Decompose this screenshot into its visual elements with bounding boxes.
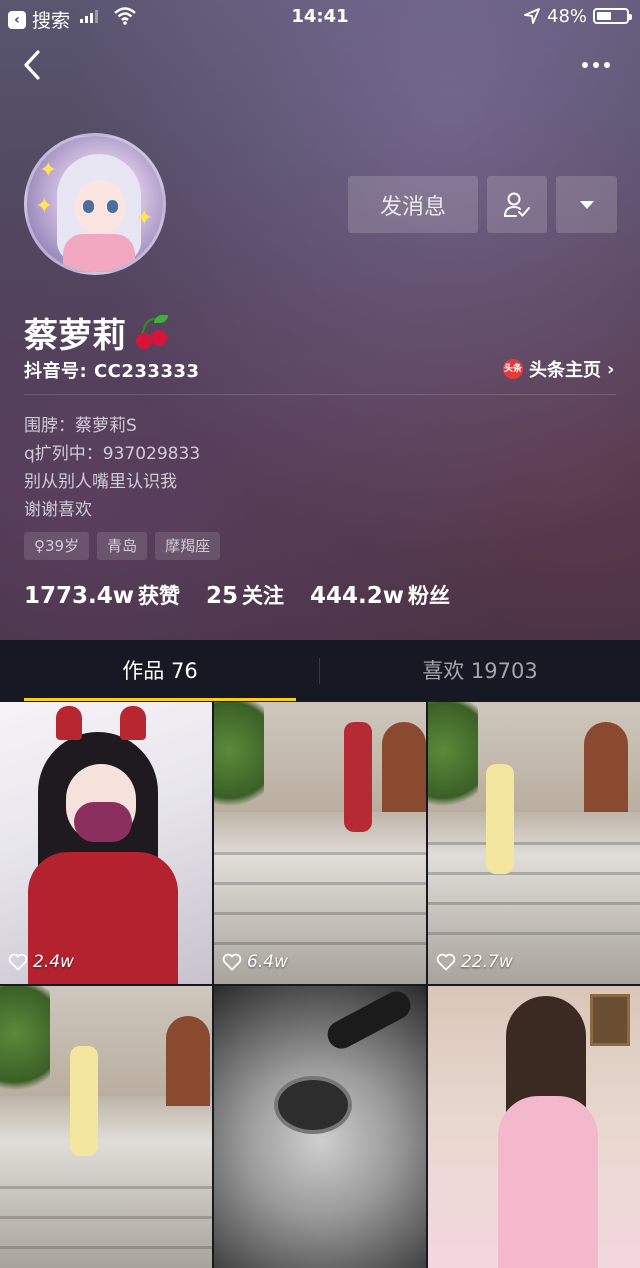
tag-zodiac: 摩羯座 — [155, 532, 221, 560]
status-time: 14:41 — [291, 6, 349, 27]
video-thumbnail[interactable] — [428, 986, 640, 1268]
douyin-id: 抖音号: CC233333 — [24, 361, 200, 382]
toutiao-link-label: 头条主页 — [529, 360, 601, 381]
stat-label: 粉丝 — [408, 584, 451, 608]
profile-name-row: 蔡萝莉 — [24, 308, 170, 357]
like-count-value: 6.4w — [247, 952, 288, 972]
heart-icon — [8, 953, 28, 971]
stat-likes: 1773.4w 获赞 — [24, 580, 180, 610]
heart-icon — [222, 953, 242, 971]
profile-name: 蔡萝莉 — [24, 316, 126, 356]
video-thumbnail[interactable]: 2.4w — [0, 702, 212, 984]
stat-following[interactable]: 25 关注 — [206, 580, 284, 610]
back-arrow-icon[interactable] — [18, 48, 48, 82]
chevron-right-icon: › — [607, 358, 615, 380]
tag-location: 青岛 — [97, 532, 148, 560]
toutiao-homepage-link[interactable]: 头条 头条主页 › — [503, 356, 614, 382]
sparkle-icon: ✦ — [35, 194, 54, 219]
video-thumbnail[interactable] — [0, 986, 212, 1268]
tab-likes[interactable]: 喜欢 19703 — [320, 640, 640, 700]
video-grid: 2.4w 6.4w 22.7w — [0, 702, 640, 1268]
sparkle-icon: ✦ — [135, 206, 154, 231]
like-count-value: 2.4w — [33, 952, 74, 972]
recommend-dropdown-button[interactable] — [556, 176, 617, 233]
heart-icon — [436, 953, 456, 971]
bio-line: q扩列中：937029833 — [24, 444, 201, 464]
profile-stats: 1773.4w 获赞 25 关注 444.2w 粉丝 — [24, 580, 450, 610]
profile-tags: ♀39岁 青岛 摩羯座 — [24, 532, 221, 560]
stat-value: 25 — [206, 583, 239, 609]
send-message-button[interactable]: 发消息 — [348, 176, 478, 233]
toutiao-logo-icon: 头条 — [503, 359, 523, 379]
video-thumbnail[interactable] — [214, 986, 426, 1268]
more-options-icon[interactable] — [582, 55, 622, 75]
like-count-value: 22.7w — [461, 952, 513, 972]
active-tab-indicator — [24, 698, 296, 701]
avatar[interactable]: ✦ ✦ ✦ — [24, 133, 166, 275]
user-check-icon — [504, 192, 530, 217]
bio-line: 谢谢喜欢 — [24, 500, 92, 520]
cherry-emoji-icon — [134, 314, 170, 351]
bio-line: 别从别人嘴里认识我 — [24, 472, 177, 492]
like-count: 2.4w — [8, 952, 74, 972]
dropdown-arrow-icon — [579, 200, 594, 209]
sparkle-icon: ✦ — [39, 158, 58, 183]
video-thumbnail[interactable]: 22.7w — [428, 702, 640, 984]
stat-label: 获赞 — [138, 584, 181, 608]
battery-icon — [593, 8, 632, 24]
tag-gender-age: ♀39岁 — [24, 532, 90, 560]
status-bar: ‹ 搜索 14:41 48% — [0, 0, 640, 34]
divider — [24, 394, 616, 395]
location-icon — [524, 8, 540, 24]
stat-value: 444.2w — [310, 583, 405, 609]
stat-label: 关注 — [242, 584, 285, 608]
tab-works[interactable]: 作品 76 — [24, 640, 296, 700]
profile-bio: 围脖：蔡萝莉S q扩列中：937029833 别从别人嘴里认识我 谢谢喜欢 — [24, 412, 200, 524]
stat-followers[interactable]: 444.2w 粉丝 — [310, 580, 450, 610]
video-thumbnail[interactable]: 6.4w — [214, 702, 426, 984]
content-tabs: 作品 76 喜欢 19703 — [0, 640, 640, 702]
stat-value: 1773.4w — [24, 583, 135, 609]
bio-line: 围脖：蔡萝莉S — [24, 416, 137, 436]
followed-user-button[interactable] — [487, 176, 547, 233]
like-count: 22.7w — [436, 952, 513, 972]
like-count: 6.4w — [222, 952, 288, 972]
battery-percent: 48% — [547, 6, 588, 27]
